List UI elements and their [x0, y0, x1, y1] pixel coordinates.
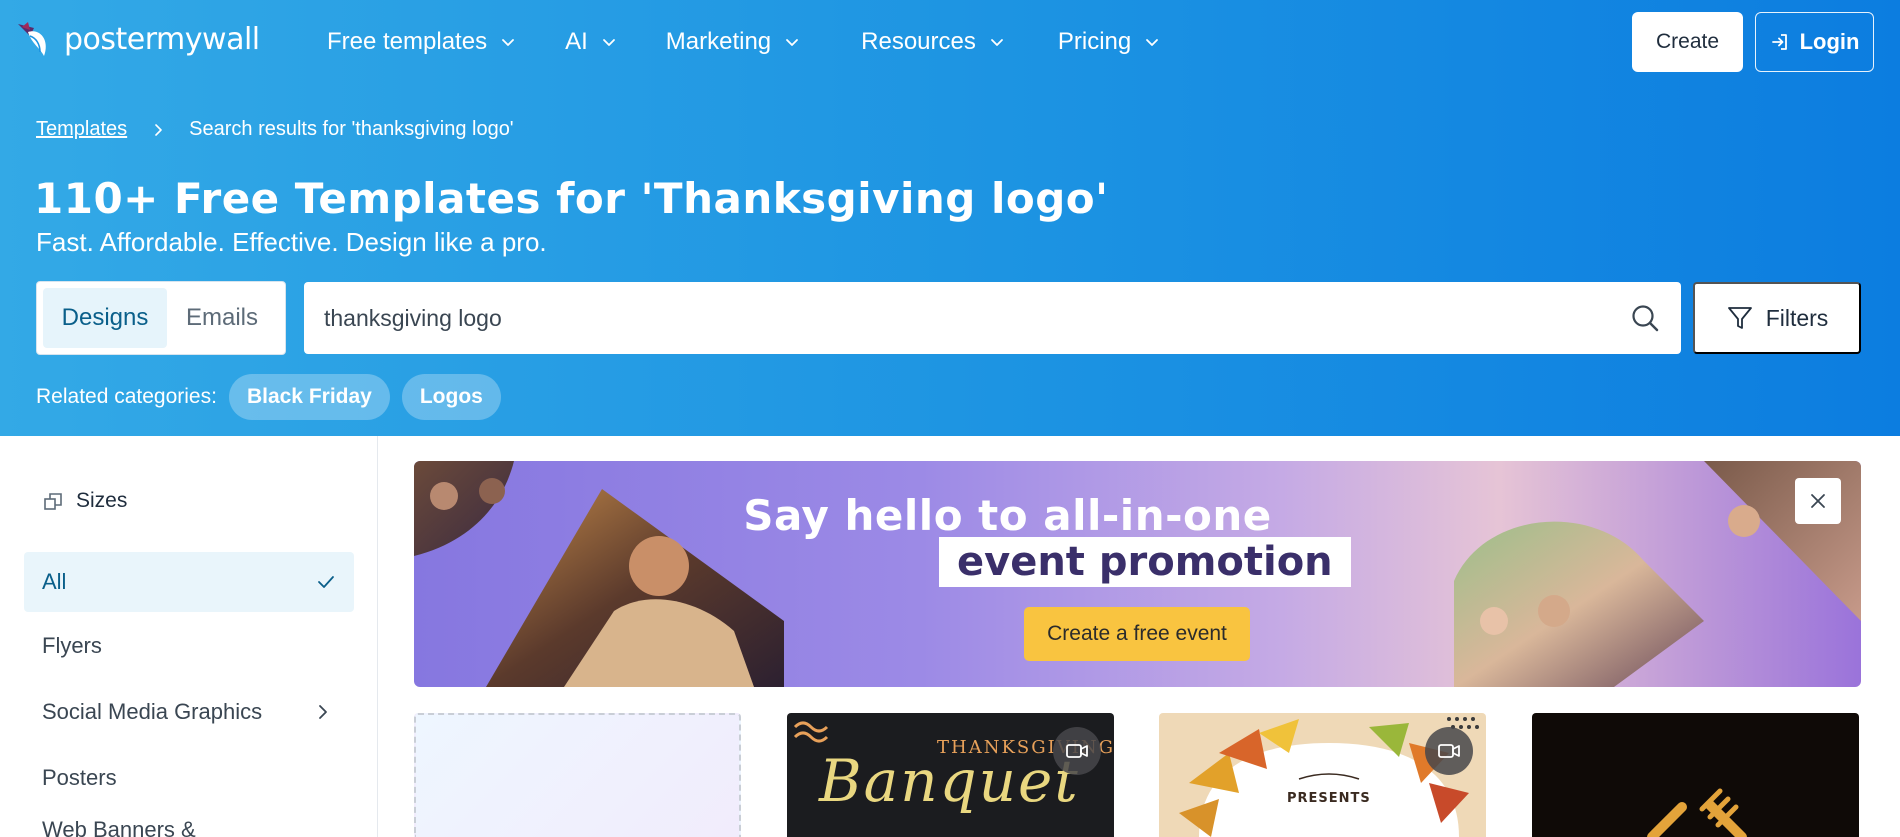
sidebar-item-label: Posters: [42, 765, 117, 790]
chip-logos[interactable]: Logos: [401, 374, 501, 420]
checkmark-icon: [318, 576, 334, 588]
create-free-event-button[interactable]: Create a free event: [1024, 607, 1250, 661]
chevron-down-icon: [502, 39, 514, 46]
page-title: 110+ Free Templates for 'Thanksgiving lo…: [34, 174, 1109, 223]
breadcrumb-templates-link[interactable]: Templates: [36, 118, 127, 141]
nav-ai[interactable]: AI: [565, 22, 618, 62]
nav-label: Pricing: [1057, 28, 1132, 55]
template-card-dark-dining[interactable]: [1532, 713, 1859, 837]
close-icon: [1811, 494, 1825, 508]
main-nav: Free templates AI Marketing Resources Pr…: [327, 22, 1161, 62]
sizes-sidebar: Sizes All Flyers Social Media Graphics P…: [0, 436, 378, 837]
chevron-right-icon: [319, 705, 327, 719]
nav-pricing[interactable]: Pricing: [1058, 22, 1161, 62]
sidebar-item-web-banners[interactable]: Web Banners &: [24, 800, 354, 837]
resize-icon: [44, 493, 62, 510]
logo-bird-icon: [18, 22, 46, 56]
video-camera-icon: [1438, 744, 1460, 758]
sidebar-item-label: Web Banners &: [42, 817, 196, 837]
related-categories: Related categories: Black Friday Logos: [36, 374, 501, 420]
sidebar-item-label: All: [42, 569, 67, 594]
banner-close-button[interactable]: [1795, 478, 1841, 524]
search-input[interactable]: [324, 304, 1629, 332]
login-icon: [1771, 34, 1787, 50]
nav-free-templates[interactable]: Free templates: [327, 22, 517, 62]
event-promo-banner: Say hello to all-in-one event promotion …: [414, 461, 1861, 687]
nav-resources[interactable]: Resources: [861, 22, 1006, 62]
video-badge: [1425, 727, 1473, 775]
brand-name: postermywall: [64, 21, 260, 57]
chevron-down-icon: [1146, 39, 1159, 46]
sidebar-item-all[interactable]: All: [24, 552, 354, 612]
banner-title: Say hello to all-in-one: [743, 491, 1272, 540]
sizes-heading: Sizes: [42, 489, 127, 513]
chevron-down-icon: [990, 39, 1003, 46]
fork-knife-icon: [1647, 788, 1747, 837]
related-label: Related categories:: [36, 385, 217, 408]
breadcrumb-current: Search results for 'thanksgiving logo': [189, 118, 514, 140]
banner-title-highlight: event promotion: [939, 537, 1351, 587]
hero-header: postermywall Free templates AI Marketing…: [0, 0, 1900, 436]
create-button[interactable]: Create: [1632, 12, 1743, 72]
login-label: Login: [1799, 29, 1860, 54]
breadcrumb: Templates Search results for 'thanksgivi…: [36, 118, 514, 141]
chip-black-friday[interactable]: Black Friday: [228, 374, 390, 420]
search-bar: [304, 282, 1681, 354]
filters-button[interactable]: Filters: [1693, 282, 1861, 354]
chevron-down-icon: [786, 39, 799, 46]
page-subtitle: Fast. Affordable. Effective. Design like…: [36, 227, 547, 257]
chevron-right-icon: [155, 123, 162, 136]
blank-template-card[interactable]: [414, 713, 741, 837]
nav-label: Free templates: [327, 28, 488, 55]
chevron-down-icon: [602, 39, 615, 46]
tab-emails[interactable]: Emails: [167, 288, 277, 348]
sidebar-item-label: Social Media Graphics: [42, 699, 263, 724]
sidebar-item-label: Flyers: [42, 633, 102, 658]
template-card-thanksgiving-banquet[interactable]: THANKSGIVING Banquet: [787, 713, 1114, 837]
card-small-text: PRESENTS: [1287, 791, 1371, 806]
search-icon[interactable]: [1629, 302, 1661, 334]
video-badge: [1053, 727, 1101, 775]
video-camera-icon: [1066, 744, 1088, 758]
sidebar-item-posters[interactable]: Posters: [24, 748, 354, 808]
card-script-text: Banquet: [819, 747, 1080, 815]
nav-label: AI: [565, 28, 588, 55]
nav-label: Resources: [861, 28, 976, 55]
filter-icon: [1727, 307, 1752, 329]
nav-label: Marketing: [665, 28, 772, 55]
content-type-toggle: Designs Emails: [36, 281, 286, 355]
brand-logo[interactable]: postermywall: [14, 18, 260, 60]
nav-marketing[interactable]: Marketing: [666, 22, 801, 62]
sizes-title: Sizes: [76, 489, 128, 512]
filters-label: Filters: [1765, 304, 1829, 331]
sidebar-item-social-media-graphics[interactable]: Social Media Graphics: [24, 682, 354, 742]
tab-designs[interactable]: Designs: [43, 288, 167, 348]
login-button[interactable]: Login: [1755, 12, 1874, 72]
sidebar-item-flyers[interactable]: Flyers: [24, 616, 354, 676]
template-card-autumn-wreath[interactable]: PRESENTS: [1159, 713, 1486, 837]
